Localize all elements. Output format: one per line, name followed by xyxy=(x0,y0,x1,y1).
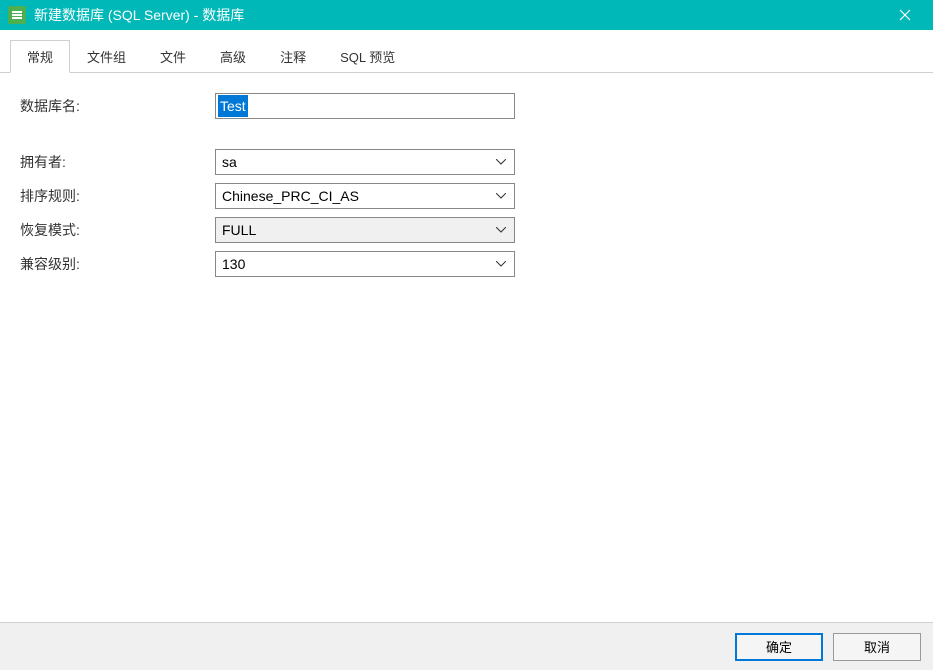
ok-button[interactable]: 确定 xyxy=(735,633,823,661)
recovery-model-label: 恢复模式: xyxy=(20,220,215,240)
compatibility-level-select[interactable]: 130 xyxy=(215,251,515,277)
tab-general[interactable]: 常规 xyxy=(10,40,70,73)
row-collation: 排序规则: Chinese_PRC_CI_AS xyxy=(20,183,913,209)
footer: 确定 取消 xyxy=(0,622,933,670)
tabs: 常规 文件组 文件 高级 注释 SQL 预览 xyxy=(0,30,933,73)
window-title: 新建数据库 (SQL Server) - 数据库 xyxy=(34,5,885,25)
collation-select[interactable]: Chinese_PRC_CI_AS xyxy=(215,183,515,209)
tab-files[interactable]: 文件 xyxy=(143,40,203,73)
tab-filegroups[interactable]: 文件组 xyxy=(70,40,143,73)
row-recovery-model: 恢复模式: FULL xyxy=(20,217,913,243)
row-owner: 拥有者: sa xyxy=(20,149,913,175)
app-icon xyxy=(8,6,26,24)
close-button[interactable] xyxy=(885,0,925,30)
compatibility-level-label: 兼容级别: xyxy=(20,254,215,274)
owner-select[interactable]: sa xyxy=(215,149,515,175)
tab-advanced[interactable]: 高级 xyxy=(203,40,263,73)
recovery-model-select[interactable]: FULL xyxy=(215,217,515,243)
row-database-name: 数据库名: Test xyxy=(20,93,913,119)
content-panel: 数据库名: Test 拥有者: sa 排序规则: Chinese_PRC_CI_… xyxy=(0,73,933,622)
owner-label: 拥有者: xyxy=(20,152,215,172)
tab-sql-preview[interactable]: SQL 预览 xyxy=(323,40,412,73)
titlebar: 新建数据库 (SQL Server) - 数据库 xyxy=(0,0,933,30)
collation-label: 排序规则: xyxy=(20,186,215,206)
tab-comment[interactable]: 注释 xyxy=(263,40,323,73)
row-compatibility-level: 兼容级别: 130 xyxy=(20,251,913,277)
database-name-label: 数据库名: xyxy=(20,96,215,116)
cancel-button[interactable]: 取消 xyxy=(833,633,921,661)
database-name-input[interactable] xyxy=(215,93,515,119)
